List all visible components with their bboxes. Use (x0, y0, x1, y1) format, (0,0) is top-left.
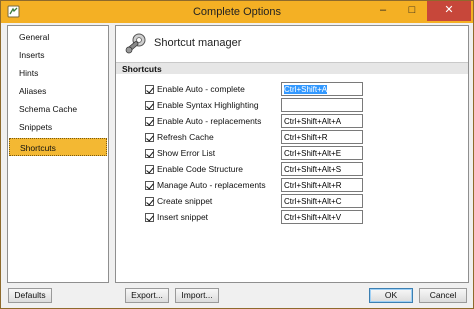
ok-button[interactable]: OK (369, 288, 413, 303)
checkbox-create-snippet[interactable] (145, 197, 154, 206)
main-panel: Shortcut manager Shortcuts Enable Auto -… (115, 25, 469, 283)
shortcut-label: Enable Auto - replacements (157, 116, 262, 126)
checkbox-refresh-cache[interactable] (145, 133, 154, 142)
shortcut-field[interactable] (281, 98, 363, 112)
shortcut-field[interactable]: Ctrl+Shift+Alt+V (281, 210, 363, 224)
shortcut-field[interactable]: Ctrl+Shift+A (281, 82, 363, 96)
sidebar-item-snippets[interactable]: Snippets (9, 118, 107, 136)
defaults-button[interactable]: Defaults (8, 288, 52, 303)
checkbox-manage-auto-replacements[interactable] (145, 181, 154, 190)
sidebar-item-general[interactable]: General (9, 28, 107, 46)
shortcut-label: Show Error List (157, 148, 216, 158)
shortcut-field[interactable]: Ctrl+Shift+Alt+E (281, 146, 363, 160)
panel-header: Shortcut manager (116, 26, 468, 60)
export-button[interactable]: Export... (125, 288, 169, 303)
sidebar-item-inserts[interactable]: Inserts (9, 46, 107, 64)
sidebar-item-hints[interactable]: Hints (9, 64, 107, 82)
checkbox-enable-auto-complete[interactable] (145, 85, 154, 94)
shortcut-label: Enable Syntax Highlighting (157, 100, 259, 110)
shortcut-row: Insert snippet Ctrl+Shift+Alt+V (116, 210, 468, 228)
shortcut-label: Refresh Cache (157, 132, 214, 142)
shortcut-value: Ctrl+Shift+A (284, 85, 328, 94)
shortcut-label: Create snippet (157, 196, 213, 206)
section-header: Shortcuts (116, 62, 468, 74)
shortcut-label: Enable Code Structure (157, 164, 243, 174)
minimize-button[interactable]: – (369, 1, 397, 21)
sidebar-item-schema-cache[interactable]: Schema Cache (9, 100, 107, 118)
checkbox-enable-syntax-highlighting[interactable] (145, 101, 154, 110)
shortcut-field[interactable]: Ctrl+Shift+Alt+S (281, 162, 363, 176)
import-button[interactable]: Import... (175, 288, 219, 303)
section-title: Shortcuts (122, 64, 162, 74)
sidebar-item-aliases[interactable]: Aliases (9, 82, 107, 100)
title-bar[interactable]: Complete Options – □ ✕ (1, 1, 473, 23)
checkbox-show-error-list[interactable] (145, 149, 154, 158)
shortcut-field[interactable]: Ctrl+Shift+Alt+C (281, 194, 363, 208)
checkbox-enable-auto-replacements[interactable] (145, 117, 154, 126)
options-window: Complete Options – □ ✕ General Inserts H… (0, 0, 474, 309)
shortcut-field[interactable]: Ctrl+Shift+Alt+R (281, 178, 363, 192)
cancel-button[interactable]: Cancel (419, 288, 467, 303)
shortcut-label: Enable Auto - complete (157, 84, 245, 94)
shortcut-field[interactable]: Ctrl+Shift+Alt+A (281, 114, 363, 128)
wrench-gear-icon (125, 33, 146, 54)
checkbox-insert-snippet[interactable] (145, 213, 154, 222)
shortcut-label: Insert snippet (157, 212, 209, 222)
panel-title: Shortcut manager (154, 37, 242, 49)
checkbox-enable-code-structure[interactable] (145, 165, 154, 174)
sidebar-item-shortcuts[interactable]: Shortcuts (9, 138, 107, 156)
shortcut-field[interactable]: Ctrl+Shift+R (281, 130, 363, 144)
close-button[interactable]: ✕ (427, 1, 471, 21)
shortcut-label: Manage Auto - replacements (157, 180, 266, 190)
sidebar: General Inserts Hints Aliases Schema Cac… (7, 25, 109, 283)
maximize-button[interactable]: □ (398, 1, 426, 21)
